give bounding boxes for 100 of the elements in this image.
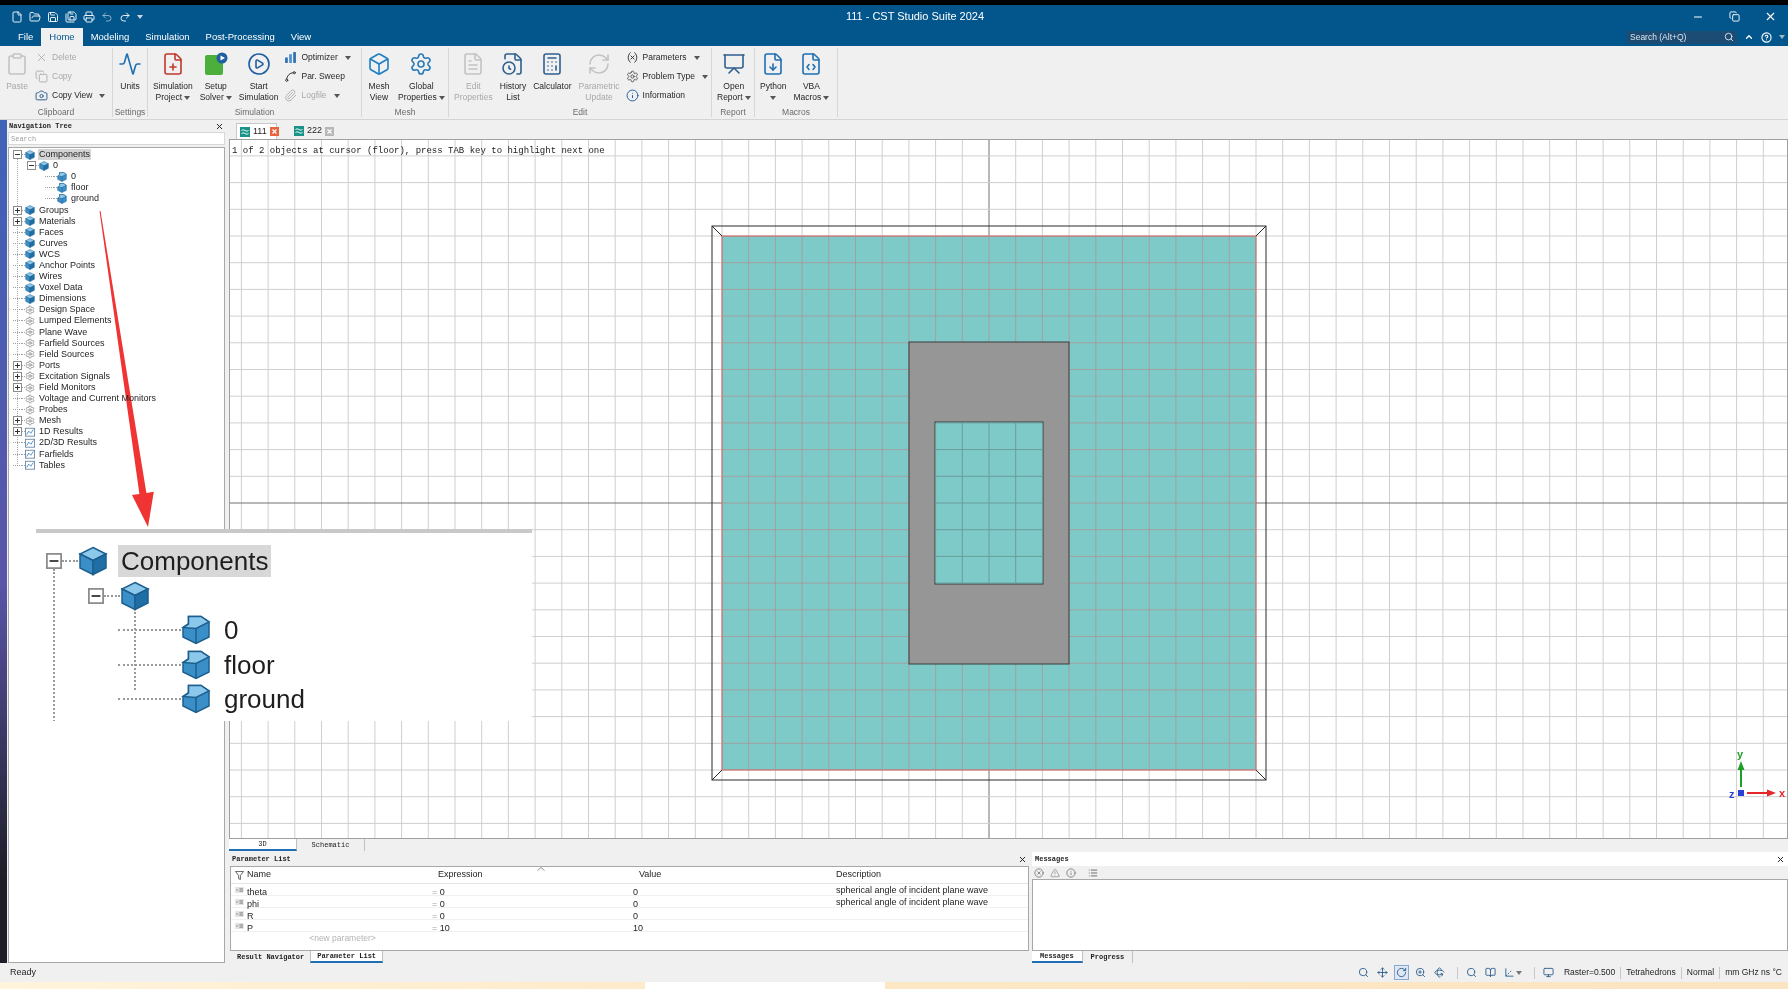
tree-item[interactable]: ground	[70, 193, 101, 205]
tree-item[interactable]: Tables	[38, 459, 66, 471]
expand-icon[interactable]	[13, 427, 22, 437]
tree-item: Components	[118, 545, 272, 578]
open-report-button[interactable]: Open Report	[714, 48, 754, 107]
units-button[interactable]: Units	[115, 48, 145, 107]
cube-icon	[25, 149, 35, 160]
tree-item[interactable]: Voxel Data	[38, 282, 84, 294]
copy-view-button[interactable]: Copy View	[33, 86, 108, 105]
column-header[interactable]: Description	[836, 868, 882, 882]
parameter-sweep-button[interactable]: Par. Sweep	[282, 67, 353, 86]
collapse-icon[interactable]	[13, 150, 22, 160]
menu-tab[interactable]: Modeling	[82, 28, 138, 46]
parameter-icon	[234, 910, 244, 917]
tree-item[interactable]: Groups	[38, 204, 70, 216]
tree-item[interactable]: Faces	[38, 226, 65, 238]
tree-item[interactable]: 1D Results	[38, 426, 84, 438]
bar-chart-icon	[284, 51, 298, 64]
tree-item[interactable]: Dimensions	[38, 293, 88, 305]
error-icon[interactable]	[1034, 867, 1044, 878]
new-parameter-field[interactable]: <new parameter>	[247, 932, 438, 944]
viewport-status-text: 1 of 2 objects at cursor (floor), press TAB key to highlight next one	[232, 146, 605, 157]
search-icon[interactable]	[1724, 32, 1734, 42]
tree-item[interactable]: Curves	[38, 237, 69, 249]
tree-item[interactable]: 2D/3D Results	[38, 437, 99, 449]
start-simulation-button[interactable]: Start Simulation	[235, 48, 282, 107]
expand-icon[interactable]	[13, 383, 22, 392]
folder-icon[interactable]	[29, 10, 41, 23]
view-tool-button[interactable]	[1393, 965, 1409, 980]
column-header[interactable]: Expression	[438, 868, 483, 882]
cube-icon	[25, 238, 35, 249]
tree-item[interactable]: 0	[70, 171, 77, 183]
collapse-icon[interactable]	[27, 161, 36, 171]
parameters-button[interactable]: Parameters	[623, 48, 710, 67]
vba-macros-button[interactable]: VBA Macros	[790, 48, 833, 107]
tree-item[interactable]: Components	[38, 149, 92, 161]
tree-item[interactable]: Farfields	[38, 448, 75, 460]
simulation-project-button[interactable]: Simulation Project	[150, 48, 196, 107]
close-icon[interactable]	[1776, 854, 1785, 864]
problem-type-button[interactable]: Problem Type	[623, 67, 710, 86]
column-header[interactable]: Value	[639, 868, 662, 882]
document-tab[interactable]: 111	[236, 123, 277, 139]
menu-tab[interactable]: Simulation	[137, 28, 198, 46]
expand-icon[interactable]	[13, 371, 22, 381]
printer-icon[interactable]	[83, 10, 95, 23]
menu-tab[interactable]: Home	[41, 28, 83, 46]
information-button[interactable]: Information	[623, 86, 710, 105]
history-list-button[interactable]: History List	[496, 48, 530, 107]
view-tool-button[interactable]	[1540, 965, 1556, 980]
tree-item[interactable]: Ports	[38, 359, 61, 371]
setup-solver-button[interactable]: Setup Solver	[196, 48, 235, 107]
python-button[interactable]: Python	[757, 48, 790, 107]
save-all-icon[interactable]	[65, 10, 77, 23]
tree-item[interactable]: Probes	[38, 404, 69, 416]
menu-tab[interactable]: View	[282, 28, 320, 46]
tree-item[interactable]: Wires	[38, 271, 63, 283]
mesh-view-button[interactable]: Mesh View	[364, 48, 394, 107]
status-field: Normal	[1686, 966, 1715, 979]
expand-icon[interactable]	[13, 416, 22, 426]
redo-icon[interactable]	[119, 10, 131, 23]
tree-item[interactable]: Excitation Signals	[38, 370, 112, 382]
tree-item[interactable]: Materials	[38, 215, 77, 227]
search-field[interactable]: Search (Alt+Q)	[1627, 30, 1737, 44]
view-tool-button[interactable]	[1482, 965, 1498, 980]
restore-icon[interactable]	[1728, 11, 1740, 22]
tree-item[interactable]: 0	[52, 160, 59, 172]
gear-icon	[25, 382, 35, 393]
filter-icon[interactable]	[234, 870, 244, 880]
tree-item[interactable]: Farfield Sources	[38, 337, 106, 349]
tree-item[interactable]: WCS	[38, 248, 61, 260]
chevron-up-icon[interactable]	[1744, 32, 1754, 42]
column-header[interactable]: Name	[247, 868, 271, 882]
tree-item[interactable]: Lumped Elements	[38, 315, 113, 327]
view-tool-button[interactable]	[1374, 965, 1390, 980]
menu-tab[interactable]: File	[10, 28, 42, 46]
file-icon[interactable]	[11, 10, 23, 23]
close-icon[interactable]	[1018, 854, 1027, 864]
tree-item[interactable]: Plane Wave	[38, 326, 89, 338]
tree-item[interactable]: Design Space	[38, 304, 97, 316]
view-tool-button[interactable]	[1431, 965, 1447, 980]
optimizer-button[interactable]: Optimizer	[282, 48, 353, 67]
tree-item[interactable]: Mesh	[38, 415, 62, 427]
save-icon[interactable]	[47, 10, 59, 23]
collapse-icon[interactable]	[46, 553, 62, 570]
expand-icon[interactable]	[13, 216, 22, 226]
close-icon[interactable]	[215, 121, 224, 131]
calculator-button[interactable]: Calculator	[530, 48, 575, 107]
tree-item[interactable]: Anchor Points	[38, 260, 97, 271]
expand-icon[interactable]	[13, 205, 22, 215]
sort-icon[interactable]	[537, 867, 545, 871]
document-tab[interactable]: 222	[291, 123, 332, 139]
help-icon[interactable]	[1761, 31, 1772, 43]
menu-tab[interactable]: Post-Processing	[197, 28, 283, 46]
global-properties-button[interactable]: Global Properties	[395, 48, 448, 107]
undo-icon[interactable]	[101, 10, 113, 23]
collapse-icon[interactable]	[88, 587, 104, 604]
tree-item[interactable]: floor	[70, 182, 90, 194]
tree-item[interactable]: Field Sources	[38, 348, 96, 360]
tree-item[interactable]: Field Monitors	[38, 382, 97, 393]
expand-icon[interactable]	[13, 360, 22, 370]
